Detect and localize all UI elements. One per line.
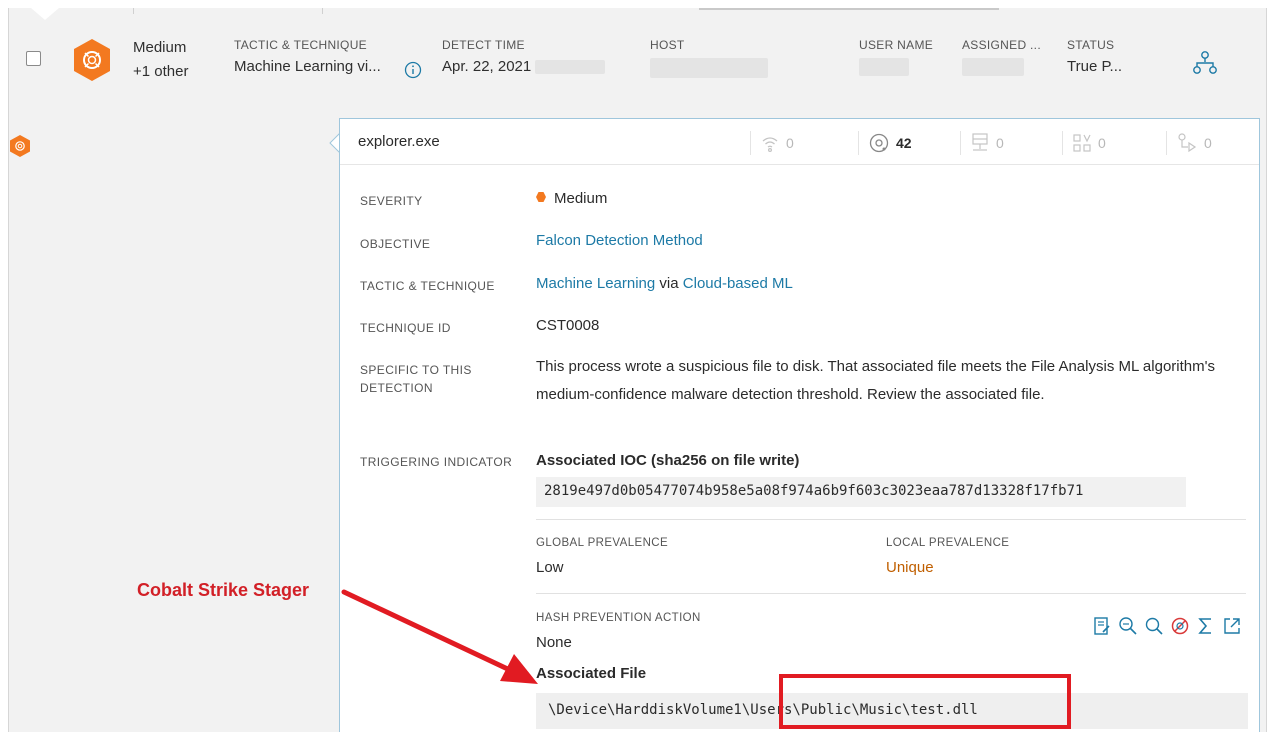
severity-medium-icon xyxy=(74,39,110,81)
col-user: USER NAME xyxy=(859,38,934,77)
col-host: HOST xyxy=(650,38,768,78)
col-assigned-label: ASSIGNED ... xyxy=(962,38,1041,52)
technique-id-label: TECHNIQUE ID xyxy=(360,321,451,335)
zoom-search-icon[interactable] xyxy=(1118,616,1138,636)
col-tactic: TACTIC & TECHNIQUE Machine Learning vi..… xyxy=(234,38,381,75)
disk-write-icon xyxy=(869,133,889,153)
specific-label-line1: SPECIFIC TO THIS xyxy=(360,363,472,377)
stat-network[interactable]: 0 xyxy=(750,129,794,157)
severity-other-count: +1 other xyxy=(133,63,189,80)
detections-frame: Medium +1 other TACTIC & TECHNIQUE Machi… xyxy=(8,8,1267,732)
external-link-icon[interactable] xyxy=(1222,616,1242,636)
annotation-label: Cobalt Strike Stager xyxy=(137,580,310,600)
report-icon[interactable] xyxy=(1092,616,1112,636)
specific-description: This process wrote a suspicious file to … xyxy=(536,358,1215,403)
ioc-hash: 2819e497d0b05477074b958e5a08f974a6b9f603… xyxy=(544,483,1084,499)
local-prevalence-value: Unique xyxy=(886,559,934,576)
col-status: STATUS True P... xyxy=(1067,38,1122,75)
search-icon[interactable] xyxy=(1144,616,1164,636)
triggering-indicator-label: TRIGGERING INDICATOR xyxy=(360,455,513,469)
objective-link[interactable]: Falcon Detection Method xyxy=(536,227,703,255)
stat-modules[interactable]: 0 xyxy=(1062,129,1106,157)
stat-registry-count: 0 xyxy=(996,135,1004,151)
col-detect-time-value: Apr. 22, 2021 xyxy=(442,58,606,75)
process-name: explorer.exe xyxy=(358,133,440,150)
hash-prevention-label: HASH PREVENTION ACTION xyxy=(536,612,701,624)
tactic-via: via xyxy=(659,275,679,292)
col-tactic-label: TACTIC & TECHNIQUE xyxy=(234,38,367,52)
specific-label: SPECIFIC TO THIS DETECTION xyxy=(360,361,472,397)
redacted-assignee xyxy=(962,58,1024,77)
global-prevalence-value: Low xyxy=(536,559,564,576)
stat-registry[interactable]: 0 xyxy=(960,129,1004,157)
modules-icon xyxy=(1073,134,1091,152)
col-detect-time: DETECT TIME Apr. 22, 2021 xyxy=(442,38,606,75)
col-assigned-value xyxy=(962,58,1041,77)
annotation-highlight-box xyxy=(779,674,1071,729)
stat-modules-count: 0 xyxy=(1098,135,1106,151)
stat-network-count: 0 xyxy=(786,135,794,151)
stat-process[interactable]: 0 xyxy=(1166,129,1212,157)
detect-date: Apr. 22, 2021 xyxy=(442,58,532,75)
tree-node-medium-icon[interactable] xyxy=(9,134,31,158)
col-user-value xyxy=(859,58,933,77)
hash-prevention-value: None xyxy=(536,634,572,651)
redacted-host xyxy=(650,58,768,78)
stat-disk-count: 42 xyxy=(896,135,912,151)
severity-value: Medium xyxy=(536,185,607,213)
detection-detail-panel: explorer.exe 0 42 0 0 0 SEVERITY Medium … xyxy=(339,118,1260,732)
col-status-value: True P... xyxy=(1067,58,1123,75)
process-flow-icon xyxy=(1178,133,1197,153)
local-prevalence-label: LOCAL PREVALENCE xyxy=(886,537,1010,549)
block-hash-icon[interactable] xyxy=(1170,616,1190,636)
global-prevalence-label: GLOBAL PREVALENCE xyxy=(536,537,669,549)
divider-2 xyxy=(536,593,1246,594)
ioc-title: Associated IOC (sha256 on file write) xyxy=(536,452,800,469)
network-icon xyxy=(762,137,778,153)
col-user-label: USER NAME xyxy=(859,38,934,52)
row-checkbox[interactable] xyxy=(26,51,41,66)
associated-file-title: Associated File xyxy=(536,665,647,682)
severity-value-text: Medium xyxy=(554,190,608,207)
technique-link[interactable]: Cloud-based ML xyxy=(683,275,793,292)
registry-icon xyxy=(972,133,988,151)
redacted-user xyxy=(859,58,909,77)
objective-label: OBJECTIVE xyxy=(360,237,431,251)
process-tree-icon[interactable] xyxy=(1192,50,1218,76)
severity-label: SEVERITY xyxy=(360,194,423,208)
divider-1 xyxy=(536,519,1246,520)
col-assigned: ASSIGNED ... xyxy=(962,38,1041,77)
col-host-value xyxy=(650,58,768,78)
col-tactic-value: Machine Learning vi... xyxy=(234,58,381,75)
tactic-label: TACTIC & TECHNIQUE xyxy=(360,279,495,293)
hash-action-toolbar xyxy=(1092,616,1242,636)
tactic-value: Machine Learning via Cloud-based ML xyxy=(536,270,793,298)
stat-disk[interactable]: 42 xyxy=(858,129,912,157)
info-icon[interactable] xyxy=(404,61,422,79)
sum-icon[interactable] xyxy=(1196,616,1216,636)
redacted-time xyxy=(535,60,606,75)
severity-dot-icon xyxy=(536,192,546,202)
detection-row[interactable]: Medium +1 other TACTIC & TECHNIQUE Machi… xyxy=(9,8,1266,104)
col-status-label: STATUS xyxy=(1067,38,1115,52)
panel-header: explorer.exe 0 42 0 0 0 xyxy=(340,119,1259,165)
severity-text: Medium xyxy=(133,39,187,56)
ioc-hash-box[interactable]: 2819e497d0b05477074b958e5a08f974a6b9f603… xyxy=(536,477,1186,507)
col-detect-time-label: DETECT TIME xyxy=(442,38,525,52)
tactic-link[interactable]: Machine Learning xyxy=(536,275,655,292)
stat-process-count: 0 xyxy=(1204,135,1212,151)
technique-id-value: CST0008 xyxy=(536,317,600,334)
specific-label-line2: DETECTION xyxy=(360,381,433,395)
col-host-label: HOST xyxy=(650,38,685,52)
